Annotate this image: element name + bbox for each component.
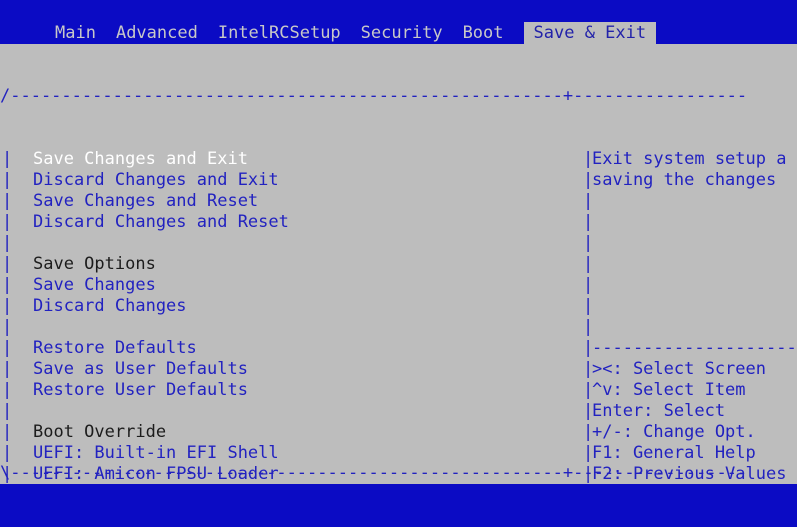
middle-divider-pipe: | xyxy=(583,254,594,274)
panel-row: | UEFI: Built-in EFI Shell | F1: General He… xyxy=(0,443,797,464)
middle-divider-pipe: | xyxy=(583,212,594,232)
panel-row: | Boot Override | +/-: Change Opt. xyxy=(0,422,797,443)
help-key-line: F1: General Help xyxy=(592,443,756,463)
left-border-pipe: | xyxy=(2,275,13,295)
footer-bar: Version 2.17.1245. Copyright (C) 2020 Am… xyxy=(0,484,797,527)
middle-divider-pipe: | xyxy=(583,296,594,316)
help-separator: ----------------------- xyxy=(592,338,797,358)
panel-row: | Save Options | xyxy=(0,254,797,275)
left-border-pipe: | xyxy=(2,254,13,274)
bios-setup-screen: Aptio Setup Utility - Copyright (C) 2020… xyxy=(0,0,797,527)
tab-security[interactable]: Security xyxy=(361,22,443,44)
panel-row: | Save Changes and Exit | Exit system setup… xyxy=(0,149,797,170)
help-key-line: ><: Select Screen xyxy=(592,359,766,379)
help-key-line: Enter: Select xyxy=(592,401,726,421)
menu-item-selected[interactable]: Save Changes and Exit xyxy=(33,149,248,170)
panel-row: | Restore User Defaults | ^v: Select Item xyxy=(0,380,797,401)
left-border-pipe: | xyxy=(2,422,13,442)
tab-main[interactable]: Main xyxy=(55,22,96,44)
left-border-pipe: | xyxy=(2,317,13,337)
panel-bottom-border: \---------------------------------------… xyxy=(0,463,748,483)
panel-row: | Save Changes | xyxy=(0,275,797,296)
help-description-line: saving the changes xyxy=(592,170,777,190)
main-panel: /---------------------------------------… xyxy=(0,44,797,484)
panel-row: | Discard Changes | xyxy=(0,296,797,317)
left-border-pipe: | xyxy=(2,359,13,379)
left-border-pipe: | xyxy=(2,380,13,400)
menu-item[interactable]: Restore User Defaults xyxy=(33,380,248,401)
panel-row: | Discard Changes and Exit | saving the cha… xyxy=(0,170,797,191)
menu-item[interactable]: Restore Defaults xyxy=(33,338,197,359)
middle-divider-pipe: | xyxy=(583,317,594,337)
menu-item[interactable]: Save Changes and Reset xyxy=(33,191,258,212)
left-border-pipe: | xyxy=(2,338,13,358)
menu-section-header: Boot Override xyxy=(33,422,167,442)
tab-boot[interactable]: Boot xyxy=(463,22,504,44)
panel-top-border: /---------------------------------------… xyxy=(0,86,748,106)
left-border-pipe: | xyxy=(2,443,13,463)
panel-row: | Save as User Defaults | ><: Select Screen xyxy=(0,359,797,380)
menu-item[interactable]: UEFI: Built-in EFI Shell xyxy=(33,443,279,464)
menu-item[interactable]: Discard Changes and Exit xyxy=(33,170,279,191)
panel-row: | | xyxy=(0,233,797,254)
panel-body: | Save Changes and Exit | Exit system setup… xyxy=(0,149,797,484)
menu-section-header: Save Options xyxy=(33,254,156,274)
panel-row: | | Enter: Select xyxy=(0,401,797,422)
menu-item[interactable]: Discard Changes and Reset xyxy=(33,212,289,233)
tab-save-and-exit[interactable]: Save & Exit xyxy=(523,22,657,44)
left-border-pipe: | xyxy=(2,233,13,253)
left-border-pipe: | xyxy=(2,296,13,316)
help-key-line: ^v: Select Item xyxy=(592,380,746,400)
middle-divider-pipe: | xyxy=(583,233,594,253)
tab-intelrcsetup[interactable]: IntelRCSetup xyxy=(218,22,341,44)
left-border-pipe: | xyxy=(2,401,13,421)
menu-item[interactable]: Save as User Defaults xyxy=(33,359,248,380)
middle-divider-pipe: | xyxy=(583,191,594,211)
panel-row: | | xyxy=(0,317,797,338)
panel-row: |Restore Defaults|----------------------… xyxy=(0,338,797,359)
left-border-pipe: | xyxy=(2,191,13,211)
tab-advanced[interactable]: Advanced xyxy=(116,22,198,44)
title-bar: Aptio Setup Utility - Copyright (C) 2020… xyxy=(0,0,797,22)
left-border-pipe: | xyxy=(2,212,13,232)
menu-item[interactable]: Discard Changes xyxy=(33,296,187,317)
menu-item[interactable]: Save Changes xyxy=(33,275,156,296)
menu-bar[interactable]: Main Advanced IntelRCSetup Security Boot… xyxy=(0,22,797,44)
middle-divider-pipe: | xyxy=(583,275,594,295)
help-key-line: +/-: Change Opt. xyxy=(592,422,756,442)
help-description-line: Exit system setup a xyxy=(592,149,787,169)
panel-row: | Discard Changes and Reset | xyxy=(0,212,797,233)
panel-row: | Save Changes and Reset | xyxy=(0,191,797,212)
left-border-pipe: | xyxy=(2,149,13,169)
left-border-pipe: | xyxy=(2,170,13,190)
